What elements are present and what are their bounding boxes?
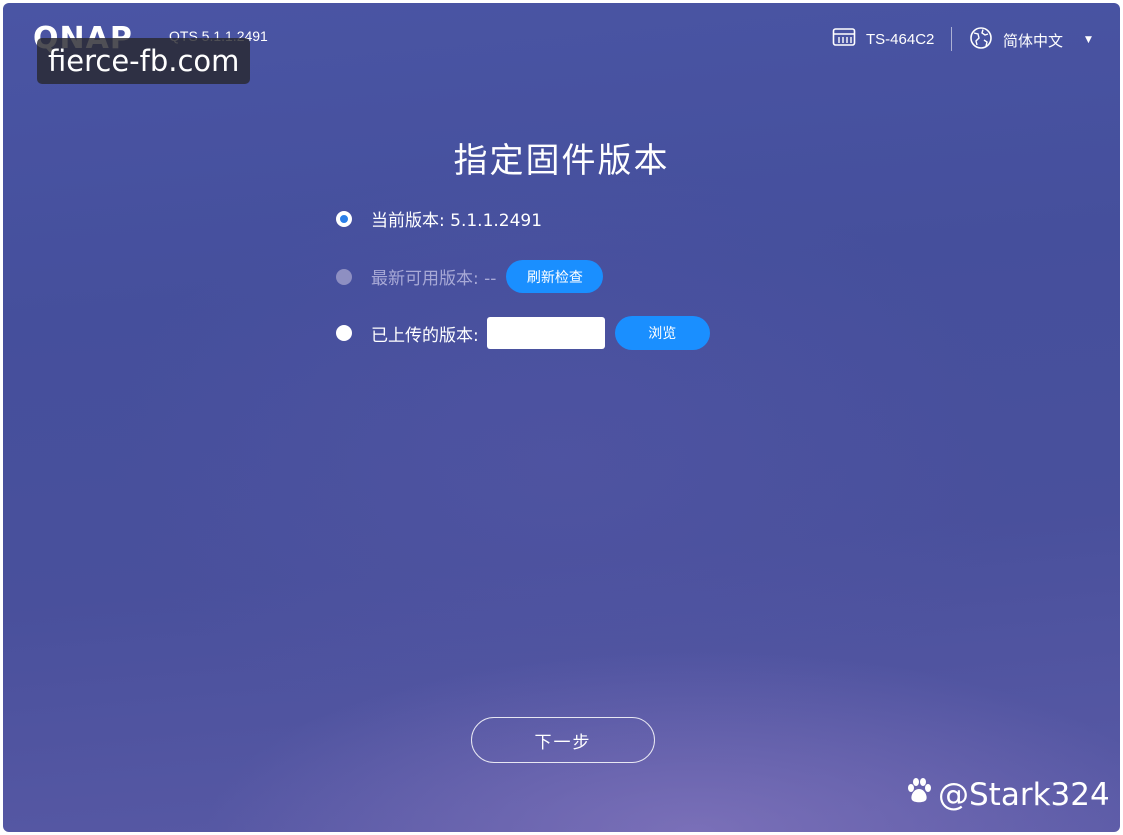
page-title: 指定固件版本 — [453, 141, 670, 181]
baidu-paw-icon — [904, 776, 934, 814]
firmware-setup-screen: QNAP QTS 5.1.1.2491 fierce-fb.com TS-464… — [3, 3, 1120, 832]
model-name: TS-464C2 — [866, 30, 935, 48]
radio-uploaded-version[interactable] — [336, 325, 352, 341]
latest-version-label: 最新可用版本: -- — [371, 269, 497, 289]
language-selector[interactable]: 简体中文 ▼ — [969, 26, 1092, 54]
nas-device-icon — [832, 26, 856, 52]
caret-down-icon: ▼ — [1085, 35, 1092, 45]
language-label: 简体中文 — [1003, 31, 1064, 50]
uploaded-file-field[interactable] — [486, 317, 605, 349]
option-latest-version: 最新可用版本: -- 刷新检查 — [336, 260, 604, 293]
device-model: TS-464C2 — [832, 26, 934, 52]
globe-icon — [969, 26, 993, 54]
current-version-label: 当前版本: 5.1.1.2491 — [371, 211, 543, 231]
author-name: @Stark324 — [938, 777, 1110, 813]
watermark-overlay: fierce-fb.com — [37, 38, 251, 84]
author-watermark: @Stark324 — [904, 776, 1110, 814]
option-uploaded-version[interactable]: 已上传的版本: 浏览 — [336, 316, 710, 350]
refresh-check-button[interactable]: 刷新检查 — [506, 260, 604, 293]
next-step-button[interactable]: 下一步 — [471, 717, 655, 763]
option-current-version[interactable]: 当前版本: 5.1.1.2491 — [336, 206, 542, 231]
header-divider — [951, 27, 952, 51]
radio-current-version[interactable] — [336, 210, 352, 227]
browse-button[interactable]: 浏览 — [614, 316, 710, 350]
radio-latest-version — [336, 268, 352, 285]
uploaded-version-label: 已上传的版本: — [371, 325, 479, 346]
